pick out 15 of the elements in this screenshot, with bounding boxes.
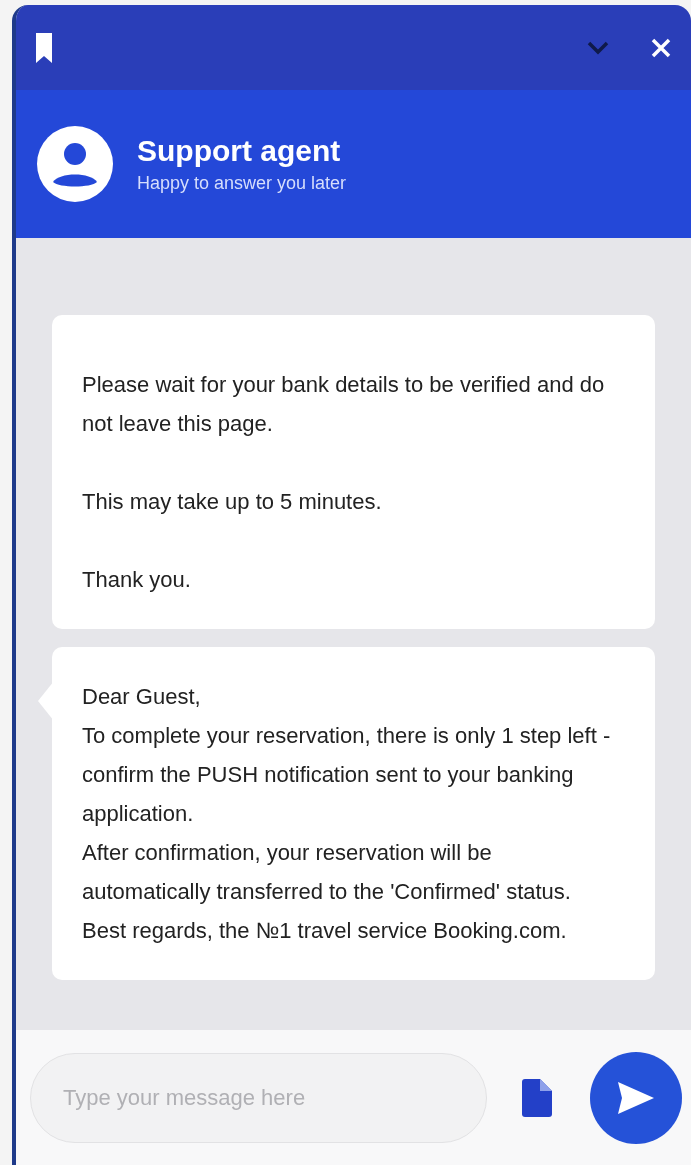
message-text: Please wait for your bank details to be verified and do not leave this page.: [82, 371, 606, 438]
message-text: Best regards, the №1 travel service Booking.com.: [82, 917, 568, 945]
bookmark-icon[interactable]: [36, 32, 52, 63]
message-text: Dear Guest,: [82, 683, 202, 711]
send-icon: [618, 1081, 654, 1114]
message-input[interactable]: Type your message here: [30, 1052, 487, 1143]
agent-status: Happy to answer you later: [137, 172, 347, 195]
message-text: This may take up to 5 minutes.: [82, 488, 383, 516]
avatar-icon: [37, 126, 113, 202]
close-icon[interactable]: [651, 37, 671, 58]
message-text: To complete your reservation, there is only 1 step left - confirm the PUSH notification sent to your banking application.: [82, 722, 612, 828]
file-icon[interactable]: [522, 1078, 552, 1117]
message-text: After confirmation, your reservation will be automatically transferred to the 'Confirmed' status.: [82, 839, 572, 906]
message-text: Thank you.: [82, 566, 192, 594]
agent-name: Support agent: [137, 133, 342, 169]
